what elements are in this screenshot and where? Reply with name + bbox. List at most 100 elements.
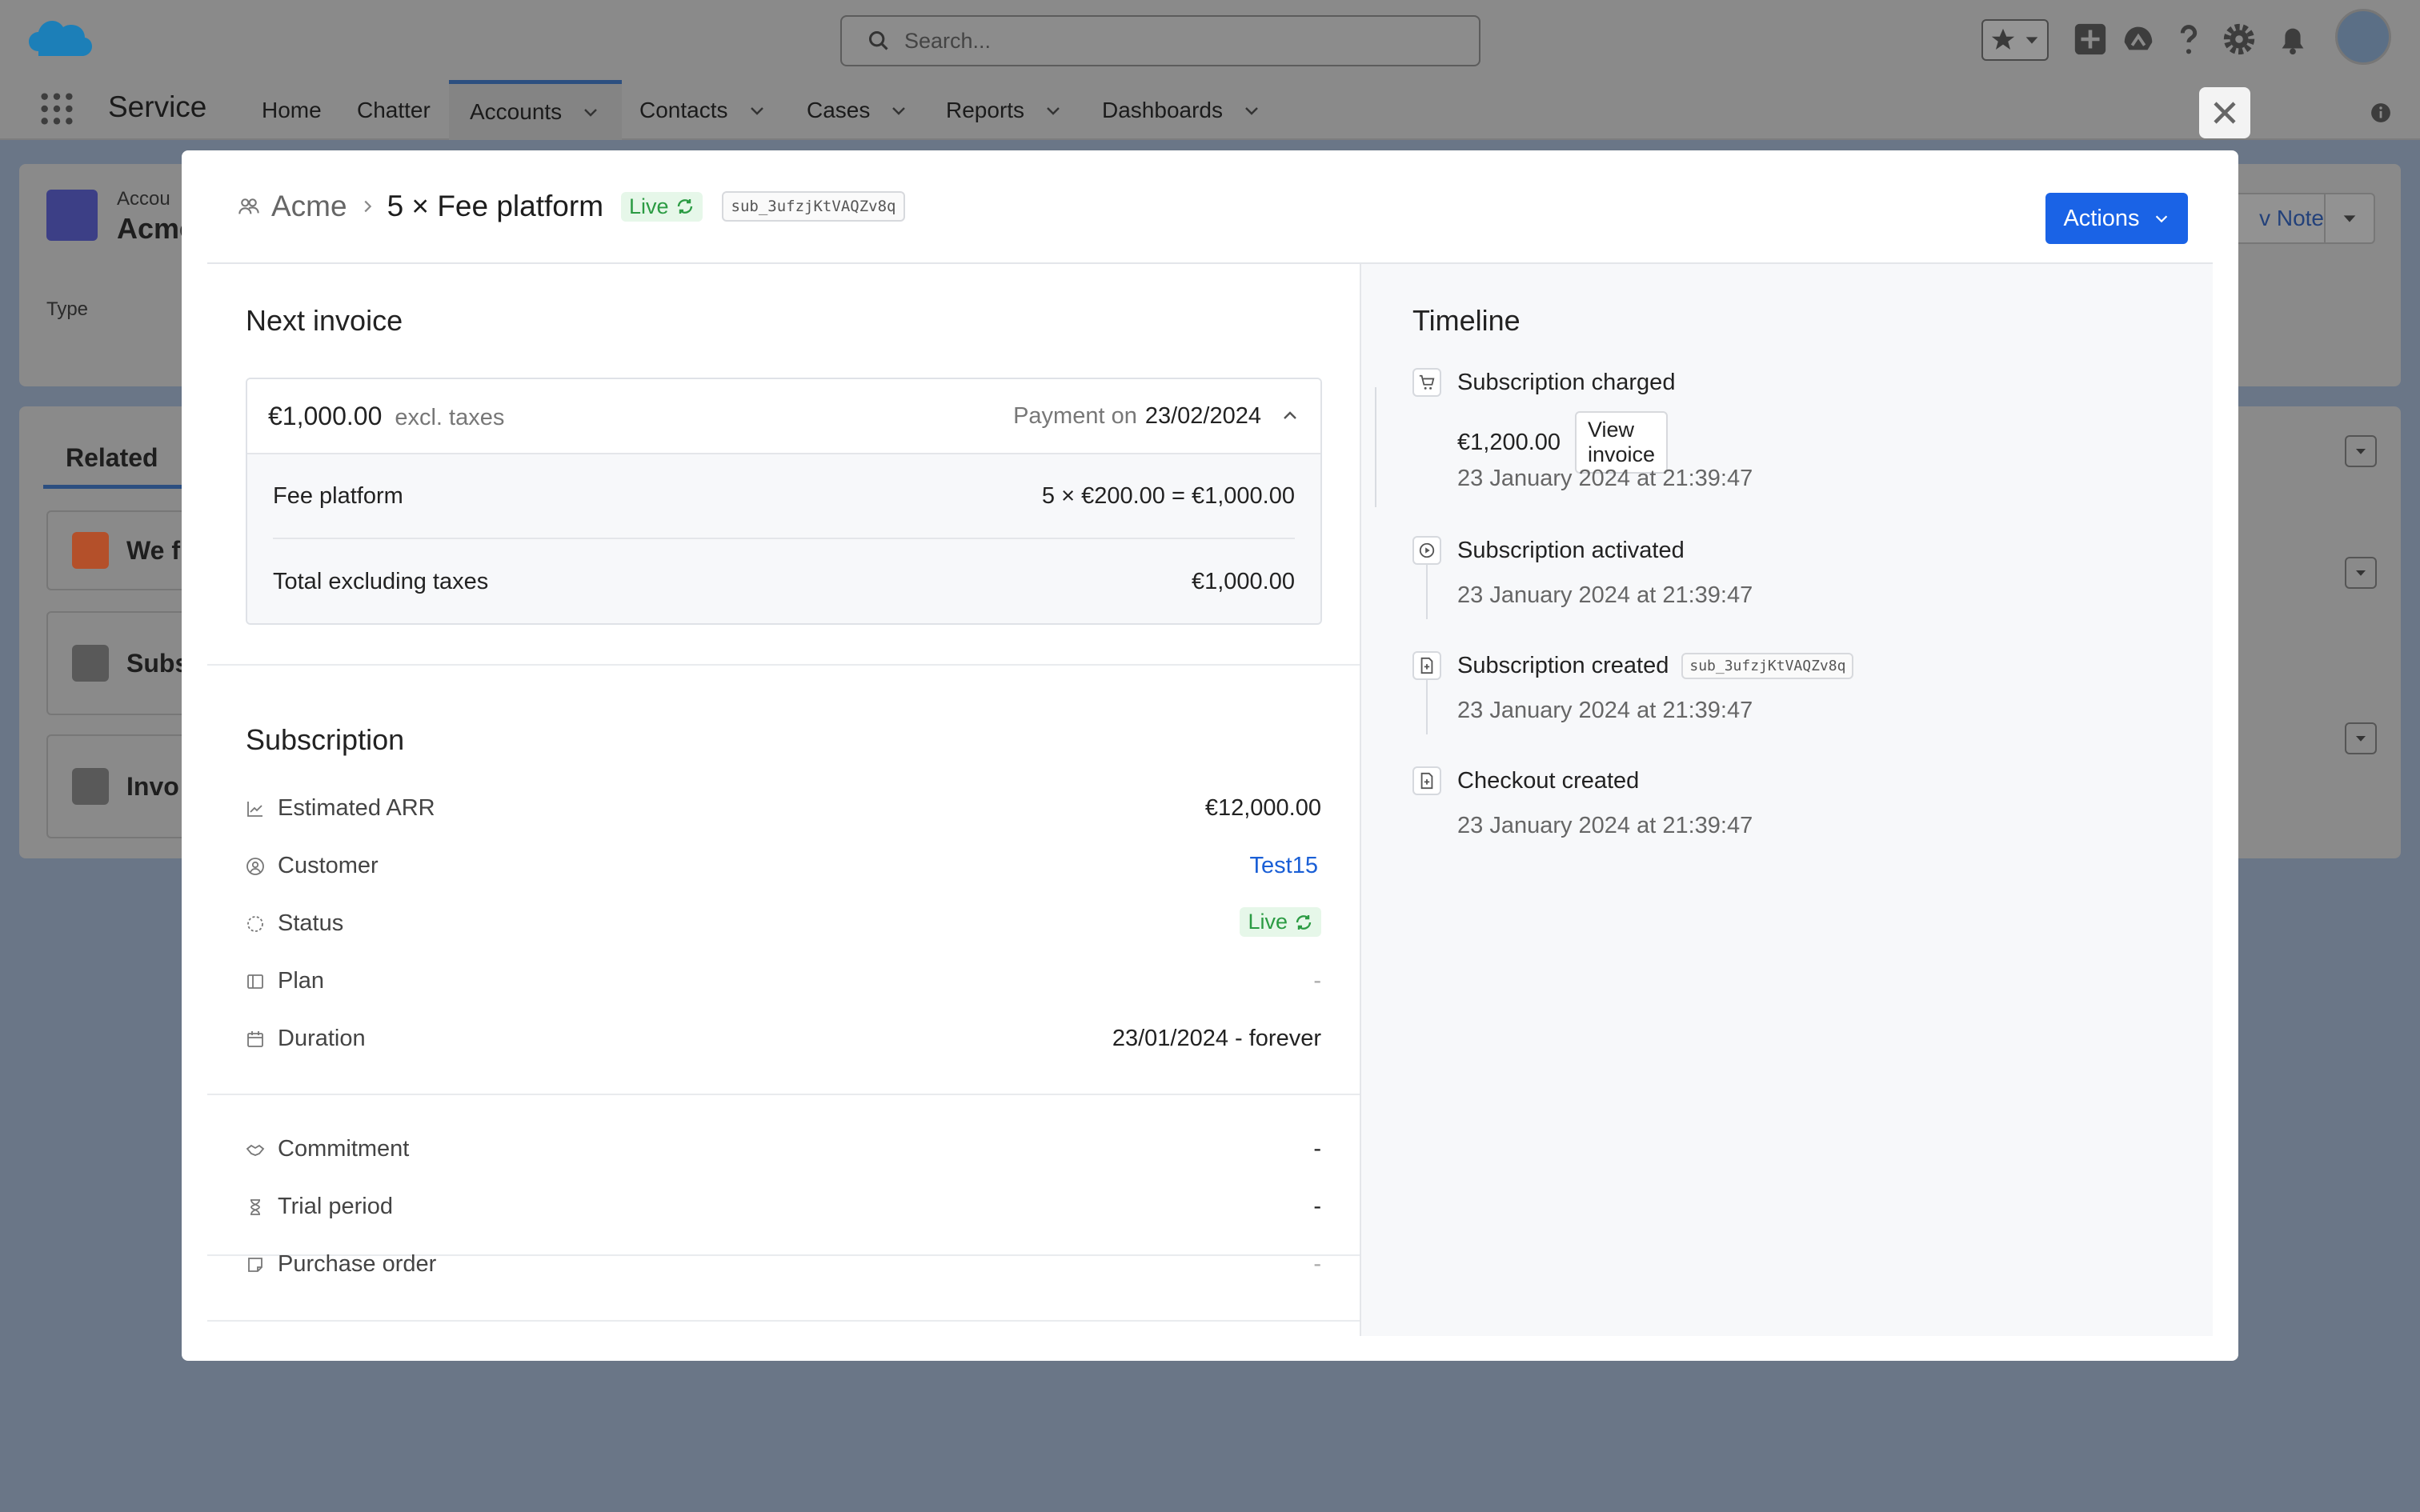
related-dropdown-button[interactable] xyxy=(2345,557,2377,589)
chevron-down-icon xyxy=(2343,215,2356,222)
timeline-item-date: 23 January 2024 at 21:39:47 xyxy=(1457,466,1753,491)
nav-contacts[interactable]: Contacts xyxy=(639,80,767,140)
customer-text: Customer xyxy=(278,853,379,878)
timeline-item-title-row: Subscription created sub_3ufzjKtVAQZv8q xyxy=(1457,653,1854,679)
chevron-down-icon[interactable] xyxy=(1044,101,1063,120)
status-text: Status xyxy=(278,910,344,936)
charge-amount: €1,200.00 xyxy=(1457,429,1561,455)
commitment-label: Commitment xyxy=(246,1136,409,1162)
view-invoice-button[interactable]: View invoice xyxy=(1575,411,1669,474)
document-plus-icon xyxy=(1412,651,1441,680)
chevron-down-icon[interactable] xyxy=(747,101,767,120)
duration-label: Duration xyxy=(246,1026,366,1052)
commitment-value: - xyxy=(1313,1136,1321,1162)
help-icon[interactable] xyxy=(2170,21,2207,58)
favorites-button[interactable] xyxy=(1981,19,2049,61)
timeline-item-title: Subscription activated xyxy=(1457,538,1685,563)
add-icon[interactable] xyxy=(2072,21,2109,58)
breadcrumb-account-link[interactable]: Acme xyxy=(271,190,347,223)
subscription-id-chip: sub_3ufzjKtVAQZv8q xyxy=(1681,653,1854,679)
global-search-input[interactable]: Search... xyxy=(840,15,1480,66)
timeline-item-date: 23 January 2024 at 21:39:47 xyxy=(1457,813,1753,838)
people-icon xyxy=(238,198,259,214)
handshake-icon xyxy=(246,1144,265,1156)
chevron-up-icon[interactable] xyxy=(1280,406,1300,426)
nav-chatter[interactable]: Chatter xyxy=(357,80,431,140)
gear-icon[interactable] xyxy=(2221,21,2258,58)
app-launcher-icon[interactable] xyxy=(38,90,75,127)
nav-home-label: Home xyxy=(262,97,322,122)
nav-dashboards-label: Dashboards xyxy=(1102,97,1223,122)
payment-label: Payment on xyxy=(1013,402,1137,429)
related-item-label: We f xyxy=(126,535,180,565)
chevron-down-icon xyxy=(2025,37,2038,44)
type-label: Type xyxy=(46,298,89,320)
chevron-down-icon[interactable] xyxy=(581,102,600,122)
purchase-order-text: Purchase order xyxy=(278,1251,437,1277)
trailhead-icon[interactable] xyxy=(2120,21,2157,58)
related-tab-indicator xyxy=(43,485,200,489)
user-circle-icon xyxy=(246,857,264,875)
nav-home[interactable]: Home xyxy=(262,80,322,140)
chevron-down-icon[interactable] xyxy=(1242,101,1261,120)
customer-link[interactable]: Test15 xyxy=(1250,853,1318,879)
related-dropdown-button[interactable] xyxy=(2345,722,2377,754)
invoice-line-value: 5 × €200.00 = €1,000.00 xyxy=(1041,482,1295,509)
next-invoice-title: Next invoice xyxy=(246,304,403,337)
nav-contacts-label: Contacts xyxy=(639,97,728,122)
chevron-down-icon xyxy=(2356,449,2366,454)
avatar[interactable] xyxy=(2335,9,2391,65)
actions-button[interactable]: Actions xyxy=(2045,193,2188,244)
nav-accounts[interactable]: Accounts xyxy=(449,80,622,140)
subscription-id-chip: sub_3ufzjKtVAQZv8q xyxy=(721,191,906,222)
timeline-panel: Timeline Subscription charged €1,200.00 … xyxy=(1360,264,2213,1336)
subscription-modal: Acme 5 × Fee platform Live sub_3ufzjKtVA… xyxy=(182,150,2238,1361)
close-modal-button[interactable] xyxy=(2199,87,2250,138)
duration-value: 23/01/2024 - forever xyxy=(1112,1026,1321,1051)
more-actions-button[interactable] xyxy=(2324,193,2375,244)
play-icon xyxy=(1412,536,1441,565)
chevron-down-icon xyxy=(2155,215,2167,223)
nav-accounts-label: Accounts xyxy=(470,99,563,124)
modal-title: 5 × Fee platform xyxy=(387,190,604,222)
salesforce-logo[interactable] xyxy=(27,16,93,62)
related-dropdown-button[interactable] xyxy=(2345,435,2377,467)
app-name: Service xyxy=(108,90,207,123)
related-item-label: Subs xyxy=(126,648,190,678)
nav-reports[interactable]: Reports xyxy=(946,80,1063,140)
star-icon xyxy=(1991,28,2015,50)
payment-date: 23/02/2024 xyxy=(1144,402,1261,429)
invoice-total-value: €1,000.00 xyxy=(1191,568,1295,594)
timeline-connector xyxy=(1426,555,1428,619)
search-icon xyxy=(868,30,888,50)
nav-cases[interactable]: Cases xyxy=(807,80,908,140)
section-divider xyxy=(207,1094,1360,1095)
nav-dashboards[interactable]: Dashboards xyxy=(1102,80,1261,140)
chevron-down-icon xyxy=(2356,736,2366,742)
timeline-item-title: Subscription charged xyxy=(1457,370,1676,395)
status-value: Live xyxy=(1248,910,1288,934)
status-badge-label: Live xyxy=(629,194,669,218)
info-icon[interactable] xyxy=(2370,102,2391,123)
trial-period-label: Trial period xyxy=(246,1194,393,1220)
related-tab[interactable]: Related xyxy=(66,443,158,473)
chart-line-icon xyxy=(247,801,262,817)
trial-period-text: Trial period xyxy=(278,1194,393,1219)
estimated-arr-value: €12,000.00 xyxy=(1204,795,1321,821)
chevron-down-icon[interactable] xyxy=(889,101,908,120)
modal-header: Acme 5 × Fee platform Live sub_3ufzjKtVA… xyxy=(207,150,2213,264)
timeline-item-title: Subscription created xyxy=(1457,653,1669,678)
purchase-order-label: Purchase order xyxy=(246,1251,436,1278)
wrench-icon xyxy=(72,645,109,682)
timeline-connector xyxy=(1375,387,1376,507)
invoice-line: Fee platform 5 × €200.00 = €1,000.00 xyxy=(273,454,1295,539)
next-invoice-panel: €1,000.00 excl. taxes Payment on 23/02/2… xyxy=(246,378,1322,625)
chevron-right-icon xyxy=(364,200,371,213)
nav-reports-label: Reports xyxy=(946,97,1025,122)
note-icon xyxy=(248,1257,262,1272)
status-dashed-circle-icon xyxy=(247,915,263,932)
next-invoice-header[interactable]: €1,000.00 excl. taxes Payment on 23/02/2… xyxy=(247,379,1320,454)
bell-icon[interactable] xyxy=(2274,21,2311,58)
charge-row: €1,200.00 View invoice xyxy=(1457,411,1669,474)
related-item-icon xyxy=(72,532,109,569)
